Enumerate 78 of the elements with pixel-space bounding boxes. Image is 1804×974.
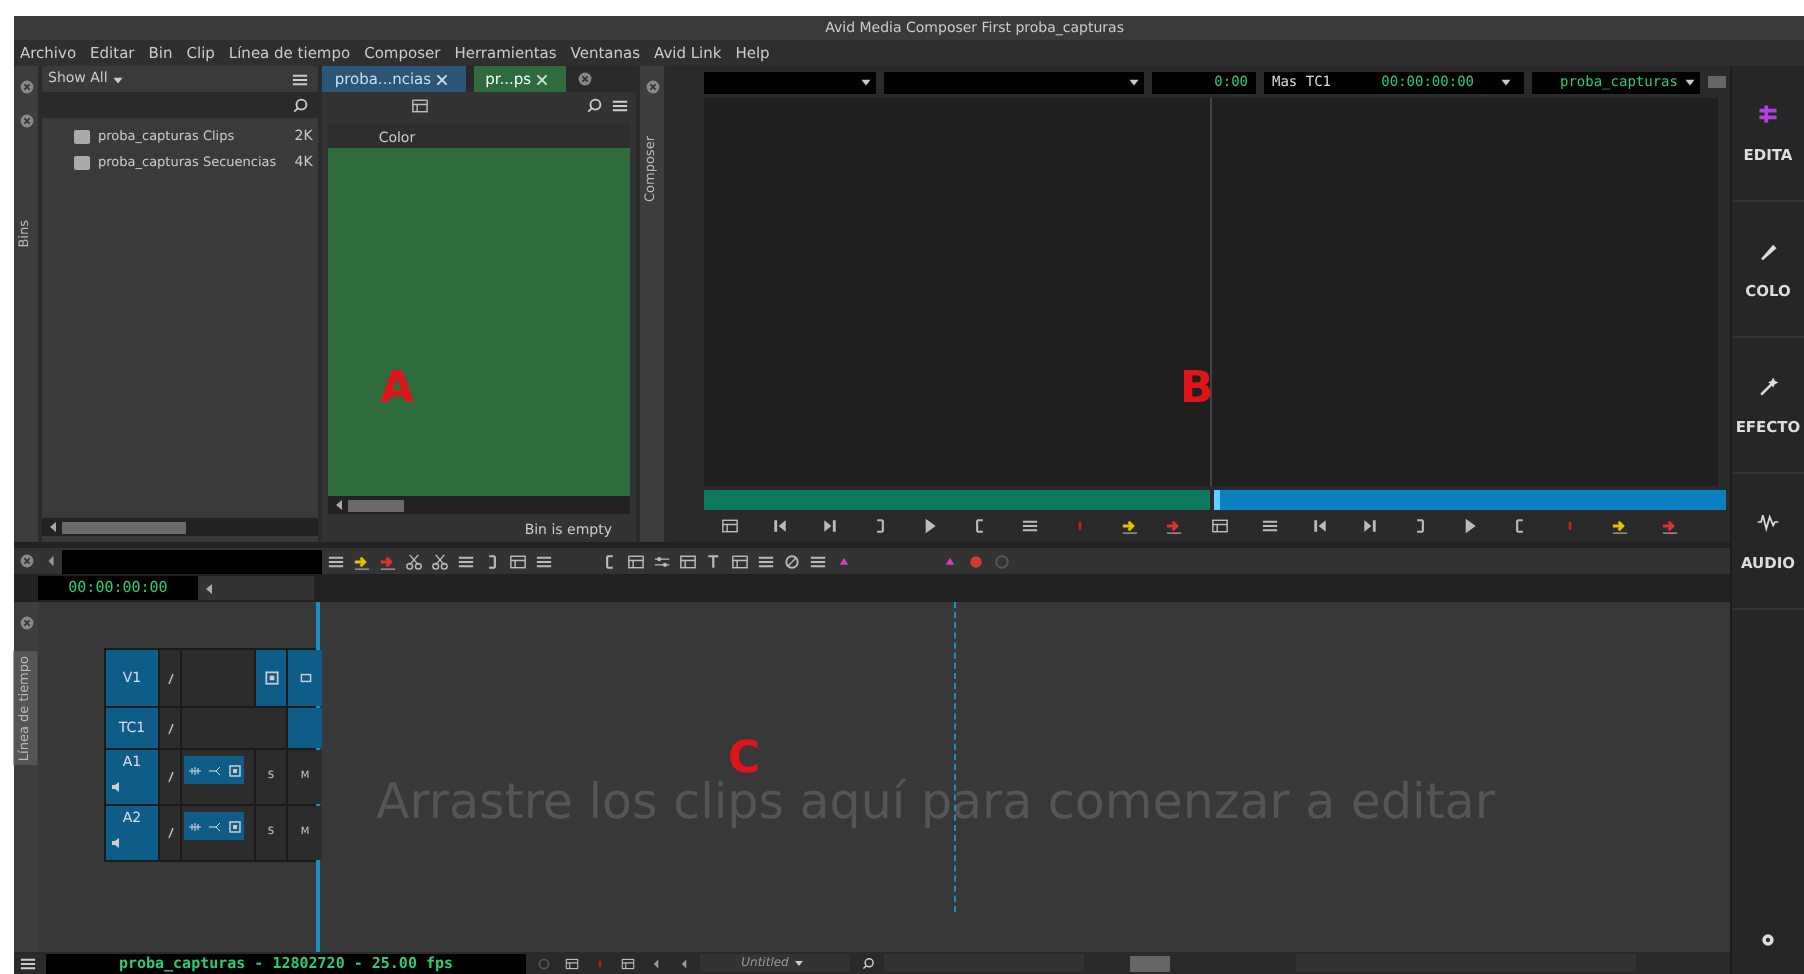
pencil-icon[interactable] xyxy=(163,721,177,735)
timecode-toggle[interactable] xyxy=(288,708,322,748)
layout-icon[interactable] xyxy=(563,955,579,971)
menu-icon[interactable] xyxy=(289,69,310,89)
close-icon[interactable] xyxy=(17,77,35,95)
layout-icon[interactable] xyxy=(409,95,430,115)
menu-icon[interactable] xyxy=(17,953,37,973)
arrow-left-icon[interactable] xyxy=(331,498,346,512)
step-back-icon[interactable] xyxy=(1309,516,1329,536)
close-icon[interactable] xyxy=(17,111,35,129)
pencil-icon[interactable] xyxy=(163,826,177,840)
scrollbar-thumb[interactable] xyxy=(1130,955,1170,971)
layout-icon[interactable] xyxy=(507,551,527,571)
monitor-icon[interactable] xyxy=(263,670,279,686)
splice-arrow-icon[interactable] xyxy=(1119,516,1139,536)
menu-icon[interactable] xyxy=(609,95,629,115)
routing-icon[interactable] xyxy=(207,819,221,833)
pencil-icon[interactable] xyxy=(163,671,177,685)
lines-icon[interactable] xyxy=(755,551,775,571)
title-icon[interactable] xyxy=(703,551,723,571)
caret-icon[interactable] xyxy=(1125,74,1141,90)
search-icon[interactable] xyxy=(859,955,875,971)
close-icon[interactable] xyxy=(17,552,35,570)
layout-icon[interactable] xyxy=(1209,516,1229,536)
annotation-letter: C xyxy=(728,732,761,784)
lines-icon[interactable] xyxy=(455,551,475,571)
square-icon[interactable] xyxy=(297,670,313,686)
close-icon[interactable] xyxy=(434,71,451,87)
layout-icon[interactable] xyxy=(719,516,739,536)
close-icon[interactable] xyxy=(534,71,551,87)
close-icon[interactable] xyxy=(643,77,661,95)
scissors-icon[interactable] xyxy=(429,551,449,571)
monitor-icon[interactable] xyxy=(227,763,241,777)
caret-icon[interactable] xyxy=(1681,74,1697,90)
scissors-icon[interactable] xyxy=(403,551,423,571)
scrollbar-thumb[interactable] xyxy=(62,521,186,533)
splice-arrow-icon[interactable] xyxy=(1609,516,1629,536)
lines-icon[interactable] xyxy=(1259,516,1279,536)
sliders-icon[interactable] xyxy=(651,551,671,571)
pencil-icon[interactable] xyxy=(163,770,177,784)
settings-icon[interactable] xyxy=(1758,930,1778,950)
step-forward-icon[interactable] xyxy=(819,516,839,536)
annotation-letter: A xyxy=(380,362,415,418)
search-icon[interactable] xyxy=(289,95,310,115)
lines-icon[interactable] xyxy=(807,551,827,571)
layout-icon[interactable] xyxy=(625,551,645,571)
close-icon[interactable] xyxy=(576,70,595,88)
caret-icon[interactable] xyxy=(1497,74,1513,90)
layout-icon[interactable] xyxy=(677,551,697,571)
monitor-icon[interactable] xyxy=(227,819,241,833)
close-icon[interactable] xyxy=(17,613,35,631)
caret-icon[interactable] xyxy=(857,74,873,90)
record-icon[interactable] xyxy=(965,551,985,571)
timeline-icon[interactable] xyxy=(1756,101,1780,126)
search-icon[interactable] xyxy=(583,95,603,115)
scrollbar-thumb[interactable] xyxy=(348,499,405,511)
overwrite-arrow-icon[interactable] xyxy=(1659,516,1679,536)
lines-icon[interactable] xyxy=(1019,516,1039,536)
annotation-letter: B xyxy=(1180,362,1214,418)
wand-icon[interactable] xyxy=(1756,373,1780,398)
clip-dropdown[interactable] xyxy=(884,71,1144,93)
overwrite-arrow-icon[interactable] xyxy=(377,551,397,571)
arrow-left-icon[interactable] xyxy=(45,520,59,534)
speaker-icon[interactable] xyxy=(109,836,123,851)
splice-arrow-icon[interactable] xyxy=(351,551,371,571)
overwrite-arrow-icon[interactable] xyxy=(1164,516,1184,536)
lines-icon[interactable] xyxy=(325,551,345,571)
routing-icon[interactable] xyxy=(207,763,221,777)
arrow-left-icon[interactable] xyxy=(201,581,215,595)
step-forward-icon[interactable] xyxy=(1359,516,1379,536)
layout-icon[interactable] xyxy=(729,551,749,571)
step-back-icon[interactable] xyxy=(769,516,789,536)
layout-icon[interactable] xyxy=(619,955,635,971)
caret-icon[interactable] xyxy=(791,956,806,970)
waveform-icon[interactable] xyxy=(1756,509,1780,534)
prohibited-icon[interactable] xyxy=(781,551,801,571)
lines-icon[interactable] xyxy=(533,551,553,571)
speaker-icon[interactable] xyxy=(109,780,123,795)
